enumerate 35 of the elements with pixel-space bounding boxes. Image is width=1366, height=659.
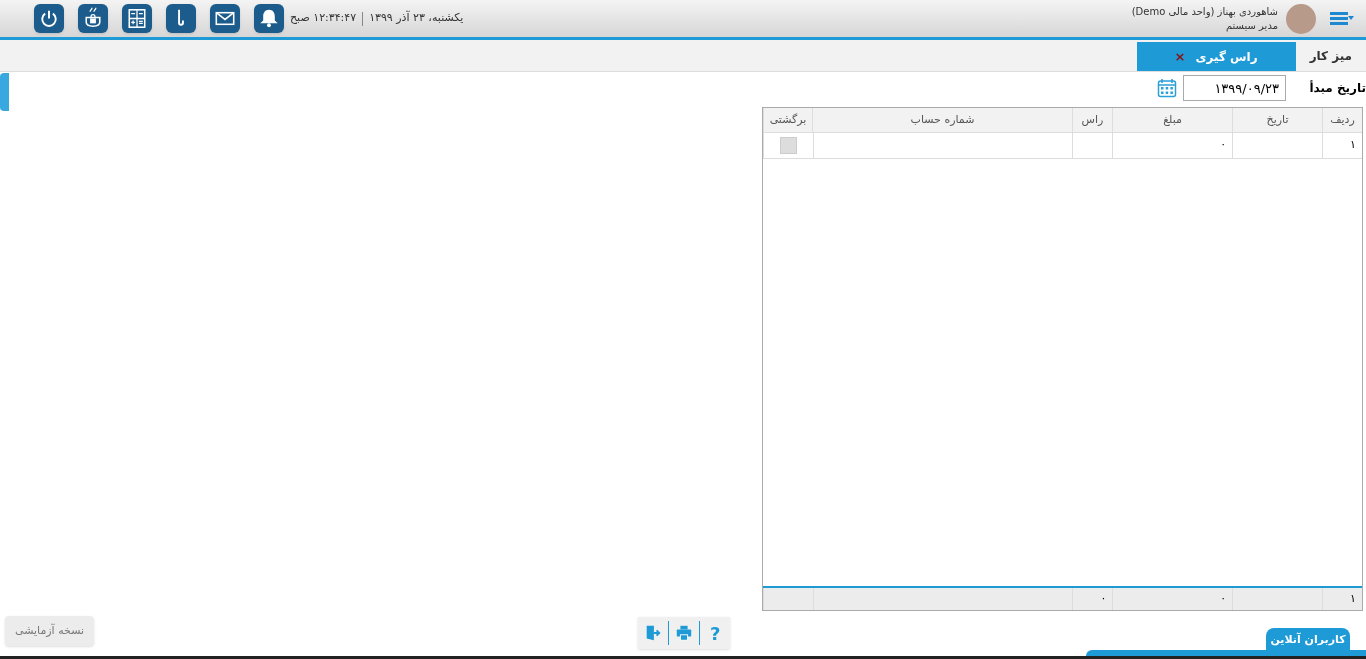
start-date-field[interactable]: ۱۳۹۹/۰۹/۲۳ [1183, 75, 1286, 101]
date-text: یکشنبه، ۲۳ آذر ۱۳۹۹ [369, 10, 464, 27]
time-text: ۱۲:۳۴:۴۷ صبح [290, 10, 357, 27]
hook-icon[interactable] [166, 4, 196, 33]
power-icon[interactable] [34, 4, 64, 33]
column-header: شماره حساب [812, 108, 1072, 132]
checkbox[interactable] [779, 137, 797, 154]
user-role: مدیر سیستم [1224, 18, 1278, 33]
user-name: شاهوردی بهناز (واحد مالی Demo) [1131, 4, 1278, 19]
table-cell: ۱ [1350, 137, 1356, 154]
tab[interactable]: میز کار [1295, 40, 1366, 71]
bell-icon[interactable] [254, 4, 284, 33]
column-header: راس [1072, 108, 1112, 132]
help-button[interactable]: ? [706, 619, 725, 647]
column-header: برگشتی [763, 108, 812, 132]
column-header: ردیف [1322, 108, 1362, 132]
print-icon[interactable] [675, 624, 693, 642]
cup-lock-icon[interactable] [78, 4, 108, 33]
column-header: تاریخ [1232, 108, 1322, 132]
table-cell-text: ۰ [1220, 590, 1227, 607]
calendar-icon[interactable] [1157, 78, 1177, 98]
side-panel-handle[interactable] [0, 73, 9, 111]
mail-icon[interactable] [210, 4, 240, 33]
table-cell: ۰ [1220, 137, 1227, 154]
column-header: مبلغ [1112, 108, 1232, 132]
exit-door-icon[interactable] [644, 624, 662, 642]
calculator-icon[interactable] [122, 4, 152, 33]
start-date-label: تاریخ مبدأ [1308, 79, 1366, 97]
online-users-tab[interactable]: کاربران آنلاین [1266, 628, 1350, 652]
close-icon[interactable]: × [1174, 46, 1186, 67]
user-avatar [1286, 3, 1316, 34]
trial-version-badge: نسخه آزمایشی [5, 616, 95, 646]
table-cell-text: ۰ [1100, 590, 1107, 607]
table-cell-text: ۱ [1350, 590, 1356, 607]
tab[interactable]: راس گیری × [1136, 42, 1296, 71]
